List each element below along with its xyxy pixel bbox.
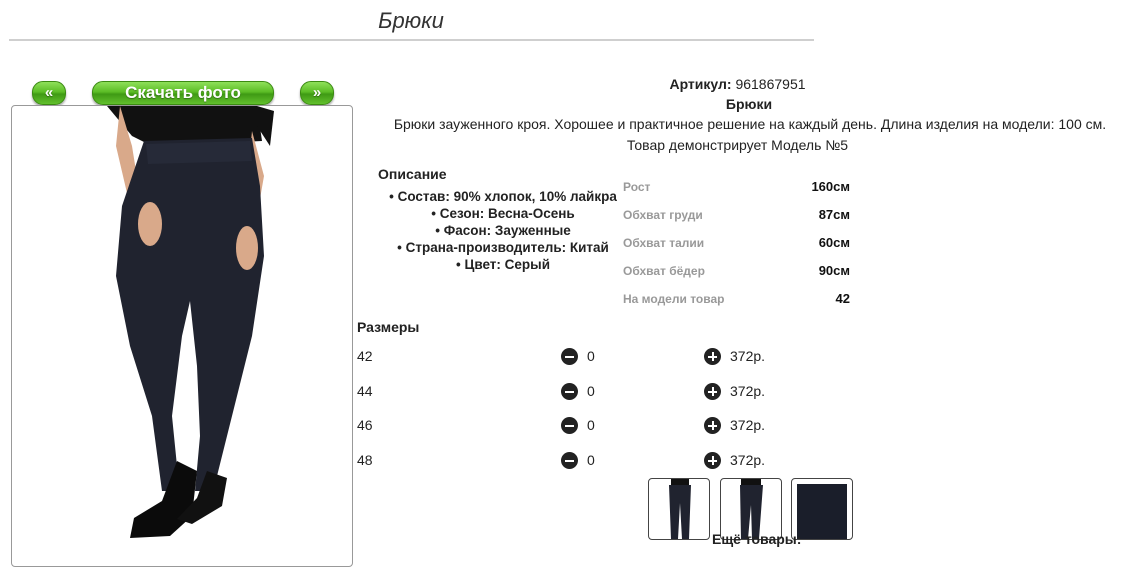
model-row: Рост 160см (623, 178, 853, 206)
spec-item: Фасон: Зауженные (378, 222, 628, 239)
model-note: Товар демонстрирует Модель №5 (626, 137, 849, 153)
page-title: Брюки (378, 8, 444, 33)
model-row: На модели товар 42 (623, 290, 853, 318)
thumbnail-image (797, 484, 847, 539)
model-row-value: 160см (811, 179, 850, 194)
model-row: Обхват груди 87см (623, 206, 853, 234)
product-photo[interactable] (11, 105, 353, 567)
size-label: 42 (357, 348, 373, 364)
model-pants-image (107, 106, 274, 538)
artikul-value: 961867951 (735, 76, 806, 92)
spec-item: Цвет: Серый (378, 256, 628, 273)
plus-icon[interactable] (704, 383, 721, 400)
spec-item: Состав: 90% хлопок, 10% лайкра (378, 188, 628, 205)
size-row: 46 0 372р. (357, 417, 857, 437)
thumbnail-image (740, 479, 763, 539)
specs-list: Состав: 90% хлопок, 10% лайкра Сезон: Ве… (378, 188, 628, 273)
minus-icon[interactable] (561, 383, 578, 400)
model-row-value: 90см (818, 263, 850, 278)
model-measurements: Рост 160см Обхват груди 87см Обхват тали… (623, 178, 853, 318)
quantity-value: 0 (587, 417, 595, 433)
model-row-value: 42 (835, 291, 850, 306)
plus-icon[interactable] (704, 417, 721, 434)
model-row-label: На модели товар (623, 292, 725, 306)
size-price: 372р. (730, 348, 766, 364)
specs-title: Описание (378, 166, 447, 182)
model-row-label: Обхват бёдер (623, 264, 705, 278)
thumbnail-1[interactable] (648, 478, 710, 540)
model-row-label: Обхват груди (623, 208, 703, 222)
sizes-title: Размеры (357, 319, 420, 335)
artikul-label: Артикул: (669, 76, 732, 92)
size-label: 44 (357, 383, 373, 399)
model-row: Обхват бёдер 90см (623, 262, 853, 290)
model-row-label: Рост (623, 180, 651, 194)
minus-icon[interactable] (561, 452, 578, 469)
size-price: 372р. (730, 452, 766, 468)
model-row-value: 60см (818, 235, 850, 250)
title-divider (9, 39, 814, 41)
size-price: 372р. (730, 417, 766, 433)
quantity-value: 0 (587, 383, 595, 399)
product-description: Брюки зауженного кроя. Хорошее и практич… (393, 116, 1107, 132)
minus-icon[interactable] (561, 348, 578, 365)
quantity-value: 0 (587, 348, 595, 364)
size-price: 372р. (730, 383, 766, 399)
product-name: Брюки (725, 96, 773, 112)
thumbnail-image (669, 479, 691, 539)
model-row: Обхват талии 60см (623, 234, 853, 262)
size-label: 48 (357, 452, 373, 468)
spec-item: Сезон: Весна-Осень (378, 205, 628, 222)
size-row: 42 0 372р. (357, 348, 857, 368)
model-row-value: 87см (818, 207, 850, 222)
size-row: 48 0 372р. (357, 452, 857, 472)
more-products-label: Ещё товары: (712, 531, 802, 547)
quantity-value: 0 (587, 452, 595, 468)
plus-icon[interactable] (704, 348, 721, 365)
size-row: 44 0 372р. (357, 383, 857, 403)
model-row-label: Обхват талии (623, 236, 705, 250)
minus-icon[interactable] (561, 417, 578, 434)
artikul-line: Артикул: 961867951 (600, 76, 875, 92)
download-photo-button[interactable]: Скачать фото (92, 81, 274, 105)
next-photo-button[interactable]: » (300, 81, 334, 105)
prev-photo-button[interactable]: « (32, 81, 66, 105)
plus-icon[interactable] (704, 452, 721, 469)
spec-item: Страна-производитель: Китай (378, 239, 628, 256)
size-label: 46 (357, 417, 373, 433)
